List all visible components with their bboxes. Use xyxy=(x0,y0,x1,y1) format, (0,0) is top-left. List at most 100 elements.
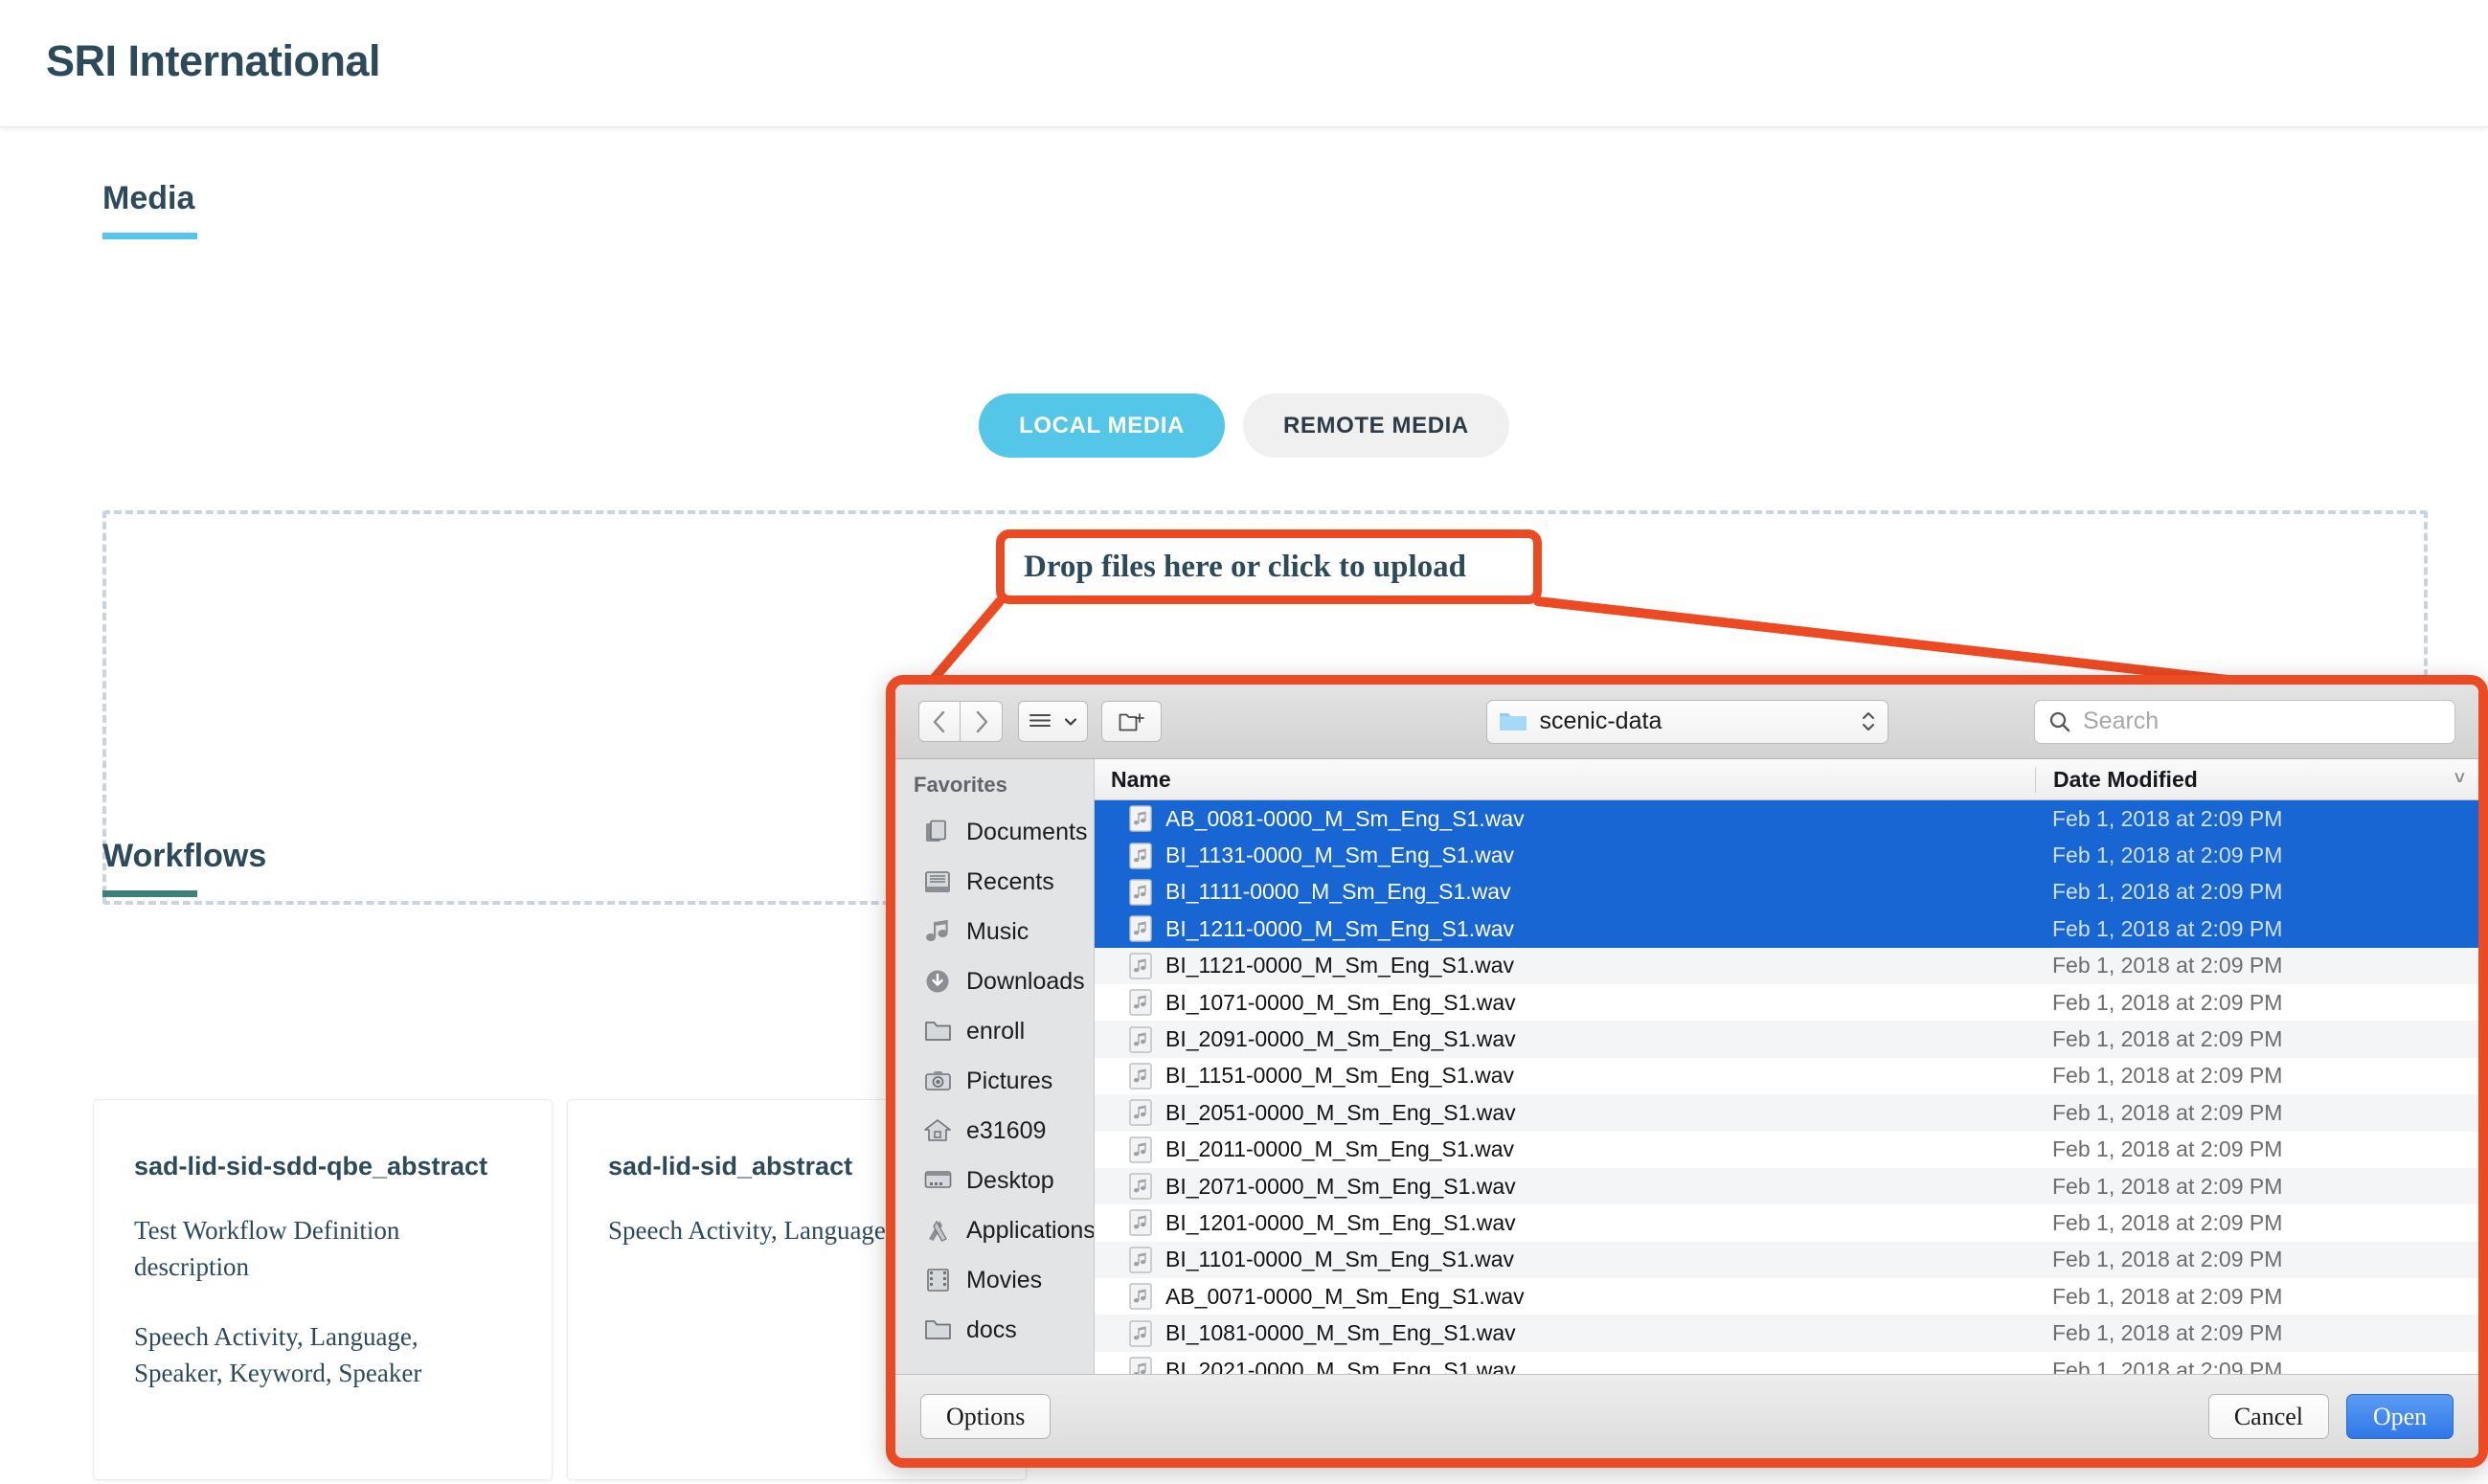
cancel-button[interactable]: Cancel xyxy=(2208,1394,2329,1439)
audio-file-icon xyxy=(1129,1099,1152,1126)
file-name: AB_0081-0000_M_Sm_Eng_S1.wav xyxy=(1165,806,1525,832)
file-date-modified: Feb 1, 2018 at 2:09 PM xyxy=(2052,1247,2282,1272)
options-button[interactable]: Options xyxy=(920,1394,1051,1439)
file-name: BI_1211-0000_M_Sm_Eng_S1.wav xyxy=(1165,916,1514,942)
file-date-modified: Feb 1, 2018 at 2:09 PM xyxy=(2052,953,2282,978)
view-options-button[interactable] xyxy=(1018,701,1088,742)
file-name: BI_2051-0000_M_Sm_Eng_S1.wav xyxy=(1165,1100,1516,1126)
sidebar-item-downloads[interactable]: Downloads xyxy=(895,956,1094,1006)
file-list[interactable]: AB_0081-0000_M_Sm_Eng_S1.wav Feb 1, 2018 … xyxy=(1095,800,2478,1374)
file-row[interactable]: BI_1081-0000_M_Sm_Eng_S1.wavFeb 1, 2018 … xyxy=(1095,1315,2478,1351)
audio-file-icon xyxy=(1129,1136,1152,1163)
file-name: BI_1151-0000_M_Sm_Eng_S1.wav xyxy=(1165,1063,1514,1089)
sidebar-item-recents[interactable]: Recents xyxy=(895,857,1094,907)
file-row[interactable]: BI_2011-0000_M_Sm_Eng_S1.wavFeb 1, 2018 … xyxy=(1095,1132,2478,1168)
folder-icon xyxy=(922,1019,955,1044)
favorites-heading: Favorites xyxy=(895,773,1094,807)
back-button[interactable] xyxy=(918,701,961,742)
sidebar-item-pictures[interactable]: Pictures xyxy=(895,1056,1094,1106)
sidebar-item-docs[interactable]: docs xyxy=(895,1305,1094,1355)
audio-file-icon xyxy=(1129,1247,1152,1273)
sidebar-item-label: docs xyxy=(966,1316,1017,1344)
dialog-toolbar: scenic-data Search xyxy=(895,685,2478,759)
tab-label: REMOTE MEDIA xyxy=(1283,413,1469,439)
file-name: BI_1111-0000_M_Sm_Eng_S1.wav xyxy=(1165,879,1511,905)
file-name: BI_2021-0000_M_Sm_Eng_S1.wav xyxy=(1165,1358,1516,1374)
sidebar-item-music[interactable]: Music xyxy=(895,907,1094,956)
home-icon xyxy=(922,1118,955,1143)
file-row[interactable]: BI_1121-0000_M_Sm_Eng_S1.wav Feb 1, 2018 … xyxy=(1095,948,2478,984)
chevron-left-icon xyxy=(931,709,948,734)
file-name: BI_1101-0000_M_Sm_Eng_S1.wav xyxy=(1165,1247,1514,1272)
workflow-description: Test Workflow Definition description xyxy=(134,1212,511,1286)
new-folder-icon xyxy=(1119,710,1145,733)
tab-remote-media[interactable]: REMOTE MEDIA xyxy=(1243,393,1509,458)
desktop-icon xyxy=(924,1168,953,1193)
media-tabs: LOCAL MEDIA REMOTE MEDIA xyxy=(0,393,2488,458)
workflows-section-title: Workflows xyxy=(102,838,266,875)
column-header-name[interactable]: Name xyxy=(1095,767,1171,793)
brand-title: SRI International xyxy=(46,36,380,86)
file-list-header: Name Date Modified ˅ xyxy=(1095,759,2478,800)
file-date-modified: Feb 1, 2018 at 2:09 PM xyxy=(2052,1284,2282,1310)
folder-icon xyxy=(922,1317,955,1342)
sidebar-item-applications[interactable]: Applications xyxy=(895,1205,1094,1255)
file-row[interactable]: BI_2091-0000_M_Sm_Eng_S1.wavFeb 1, 2018 … xyxy=(1095,1021,2478,1057)
recents-icon xyxy=(922,869,955,894)
sidebar-item-label: Music xyxy=(966,918,1029,946)
file-date-modified: Feb 1, 2018 at 2:09 PM xyxy=(2052,916,2282,942)
file-date-modified: Feb 1, 2018 at 2:09 PM xyxy=(2052,1174,2282,1200)
path-selector[interactable]: scenic-data xyxy=(1486,700,1889,744)
file-row[interactable]: AB_0071-0000_M_Sm_Eng_S1.wavFeb 1, 2018 … xyxy=(1095,1278,2478,1315)
file-row[interactable]: BI_1211-0000_M_Sm_Eng_S1.wav Feb 1, 2018 … xyxy=(1095,911,2478,947)
audio-file-icon xyxy=(1129,1063,1152,1090)
file-row[interactable]: BI_2021-0000_M_Sm_Eng_S1.wav Feb 1, 2018 … xyxy=(1095,1352,2478,1374)
file-row[interactable]: BI_1111-0000_M_Sm_Eng_S1.wav Feb 1, 2018 … xyxy=(1095,874,2478,911)
movies-icon xyxy=(924,1268,953,1293)
file-row[interactable]: BI_1071-0000_M_Sm_Eng_S1.wavFeb 1, 2018 … xyxy=(1095,984,2478,1021)
file-row[interactable]: BI_1151-0000_M_Sm_Eng_S1.wav Feb 1, 2018 … xyxy=(1095,1058,2478,1094)
file-date-modified: Feb 1, 2018 at 2:09 PM xyxy=(2052,879,2282,905)
audio-file-icon xyxy=(1129,1209,1152,1236)
file-browser: Name Date Modified ˅ AB_0081-0000_M_Sm_E… xyxy=(1095,759,2478,1374)
forward-button[interactable] xyxy=(961,701,1003,742)
sidebar-item-e31609[interactable]: e31609 xyxy=(895,1106,1094,1156)
file-row[interactable]: AB_0081-0000_M_Sm_Eng_S1.wav Feb 1, 2018 … xyxy=(1095,800,2478,837)
audio-file-icon xyxy=(1129,879,1152,906)
audio-file-icon xyxy=(1129,843,1152,869)
file-date-modified: Feb 1, 2018 at 2:09 PM xyxy=(2052,1210,2282,1236)
downloads-icon xyxy=(924,969,953,994)
search-input[interactable]: Search xyxy=(2034,700,2455,744)
desktop-icon xyxy=(922,1168,955,1193)
file-name: BI_1121-0000_M_Sm_Eng_S1.wav xyxy=(1165,953,1514,978)
file-row[interactable]: BI_1131-0000_M_Sm_Eng_S1.wavFeb 1, 2018 … xyxy=(1095,837,2478,873)
file-row[interactable]: BI_2051-0000_M_Sm_Eng_S1.wavFeb 1, 2018 … xyxy=(1095,1094,2478,1131)
file-date-modified: Feb 1, 2018 at 2:09 PM xyxy=(2052,806,2282,832)
open-button[interactable]: Open xyxy=(2346,1394,2454,1439)
column-header-date-modified[interactable]: Date Modified xyxy=(2035,767,2198,793)
file-row[interactable]: BI_1201-0000_M_Sm_Eng_S1.wavFeb 1, 2018 … xyxy=(1095,1204,2478,1241)
sidebar-item-desktop[interactable]: Desktop xyxy=(895,1156,1094,1205)
chevron-right-icon xyxy=(973,709,990,734)
file-row[interactable]: BI_1101-0000_M_Sm_Eng_S1.wav Feb 1, 2018 … xyxy=(1095,1242,2478,1278)
audio-file-icon xyxy=(1129,1283,1152,1310)
media-section-title: Media xyxy=(102,180,194,217)
workflow-card[interactable]: sad-lid-sid-sdd-qbe_abstract Test Workfl… xyxy=(93,1099,553,1480)
file-date-modified: Feb 1, 2018 at 2:09 PM xyxy=(2052,1063,2282,1089)
file-name: BI_1081-0000_M_Sm_Eng_S1.wav xyxy=(1165,1320,1516,1346)
recents-icon xyxy=(924,869,953,894)
sidebar-item-movies[interactable]: Movies xyxy=(895,1255,1094,1305)
audio-file-icon xyxy=(1129,989,1152,1016)
file-row[interactable]: BI_2071-0000_M_Sm_Eng_S1.wavFeb 1, 2018 … xyxy=(1095,1168,2478,1204)
file-date-modified: Feb 1, 2018 at 2:09 PM xyxy=(2052,1358,2282,1374)
sidebar-item-enroll[interactable]: enroll xyxy=(895,1006,1094,1056)
dialog-footer: Options Cancel Open xyxy=(895,1374,2478,1458)
sidebar-item-documents[interactable]: Documents xyxy=(895,807,1094,857)
sidebar-item-label: Downloads xyxy=(966,968,1085,996)
tab-local-media[interactable]: LOCAL MEDIA xyxy=(979,393,1225,458)
file-date-modified: Feb 1, 2018 at 2:09 PM xyxy=(2052,843,2282,868)
audio-file-icon xyxy=(1129,953,1152,979)
movies-icon xyxy=(922,1268,955,1293)
new-folder-button[interactable] xyxy=(1101,701,1162,742)
file-name: BI_2091-0000_M_Sm_Eng_S1.wav xyxy=(1165,1026,1516,1052)
